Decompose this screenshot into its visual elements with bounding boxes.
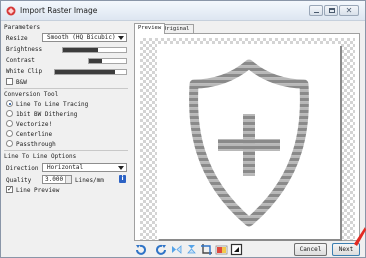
import-raster-dialog: Import Raster Image ✕ Parameters Resize …	[0, 0, 366, 258]
option-vectorize-label: Vectorize!	[16, 121, 53, 128]
white-clip-slider-fill	[55, 70, 116, 74]
preview-canvas[interactable]	[140, 38, 355, 240]
option-dithering-label: 1bit BW Dithering	[16, 111, 78, 118]
info-icon[interactable]: i	[119, 175, 126, 183]
preview-tab-panel	[134, 33, 360, 241]
flip-horizontal-icon[interactable]	[170, 243, 183, 256]
parameters-header: Parameters	[4, 24, 41, 31]
image-toolbar	[134, 243, 243, 257]
title-bar[interactable]: Import Raster Image ✕	[1, 1, 365, 21]
crop-icon[interactable]	[200, 243, 213, 256]
line-options-header: Line To Line Options	[4, 153, 77, 160]
maximize-icon	[329, 8, 335, 13]
radio-centerline[interactable]	[6, 130, 13, 137]
section-divider	[4, 88, 128, 89]
contrast-label: Contrast	[6, 57, 35, 64]
preview-paper	[157, 44, 340, 239]
cancel-button[interactable]: Cancel	[294, 243, 327, 256]
window-controls: ✕	[309, 5, 359, 16]
window-title: Import Raster Image	[20, 6, 98, 15]
white-clip-slider[interactable]	[54, 69, 127, 75]
radio-vectorize[interactable]	[6, 120, 13, 127]
radio-line-to-line[interactable]	[6, 100, 13, 107]
option-line-to-line-label: Line To Line Tracing	[16, 101, 89, 108]
contrast-slider[interactable]	[88, 58, 127, 64]
quality-unit: Lines/mm	[75, 177, 104, 184]
minimize-button[interactable]	[309, 5, 323, 16]
direction-select-value: Horizontal	[47, 164, 84, 171]
stepper-arrows-icon[interactable]	[65, 176, 71, 183]
pointer-arrow-icon	[354, 227, 366, 246]
contrast-slider-fill	[89, 59, 102, 63]
preview-panel: Preview Original Cancel Next	[134, 22, 366, 258]
flip-vertical-icon[interactable]	[185, 243, 198, 256]
radio-dithering[interactable]	[6, 110, 13, 117]
section-divider	[4, 150, 128, 151]
option-passthrough-label: Passthrough	[16, 141, 56, 148]
shield-plus-icon	[189, 59, 309, 227]
quality-value: 3.000	[45, 176, 64, 183]
rotate-left-icon[interactable]	[134, 243, 147, 256]
brightness-slider[interactable]	[62, 47, 127, 53]
line-preview-label: Line Preview	[16, 187, 60, 194]
radio-passthrough[interactable]	[6, 140, 13, 147]
chevron-down-icon	[118, 36, 124, 40]
bw-checkbox[interactable]	[6, 78, 13, 85]
rotate-right-icon[interactable]	[155, 243, 168, 256]
resize-label: Resize	[6, 35, 28, 42]
chevron-down-icon	[118, 166, 124, 170]
minimize-icon	[314, 12, 319, 13]
tab-preview[interactable]: Preview	[134, 23, 166, 34]
direction-select[interactable]: Horizontal	[42, 163, 127, 172]
maximize-button[interactable]	[324, 5, 338, 16]
line-preview-checkbox[interactable]	[6, 185, 13, 193]
resize-select[interactable]: Smooth (HQ Bicubic)	[42, 33, 127, 42]
filter-icon[interactable]	[230, 243, 243, 256]
white-clip-label: White Clip	[6, 68, 43, 75]
invert-colors-icon[interactable]	[215, 243, 228, 256]
settings-panel: Parameters Resize Smooth (HQ Bicubic) Br…	[2, 22, 133, 258]
close-icon: ✕	[345, 6, 353, 15]
bw-label: B&W	[16, 79, 27, 86]
conversion-tool-header: Conversion Tool	[4, 91, 59, 98]
direction-label: Direction	[6, 165, 39, 172]
quality-stepper[interactable]: 3.000	[42, 175, 72, 184]
app-logo-icon	[6, 6, 16, 16]
close-button[interactable]: ✕	[339, 5, 359, 16]
option-centerline-label: Centerline	[16, 131, 53, 138]
brightness-slider-fill	[63, 48, 98, 52]
resize-select-value: Smooth (HQ Bicubic)	[47, 34, 116, 41]
quality-label: Quality	[6, 177, 32, 184]
brightness-label: Brightness	[6, 46, 43, 53]
